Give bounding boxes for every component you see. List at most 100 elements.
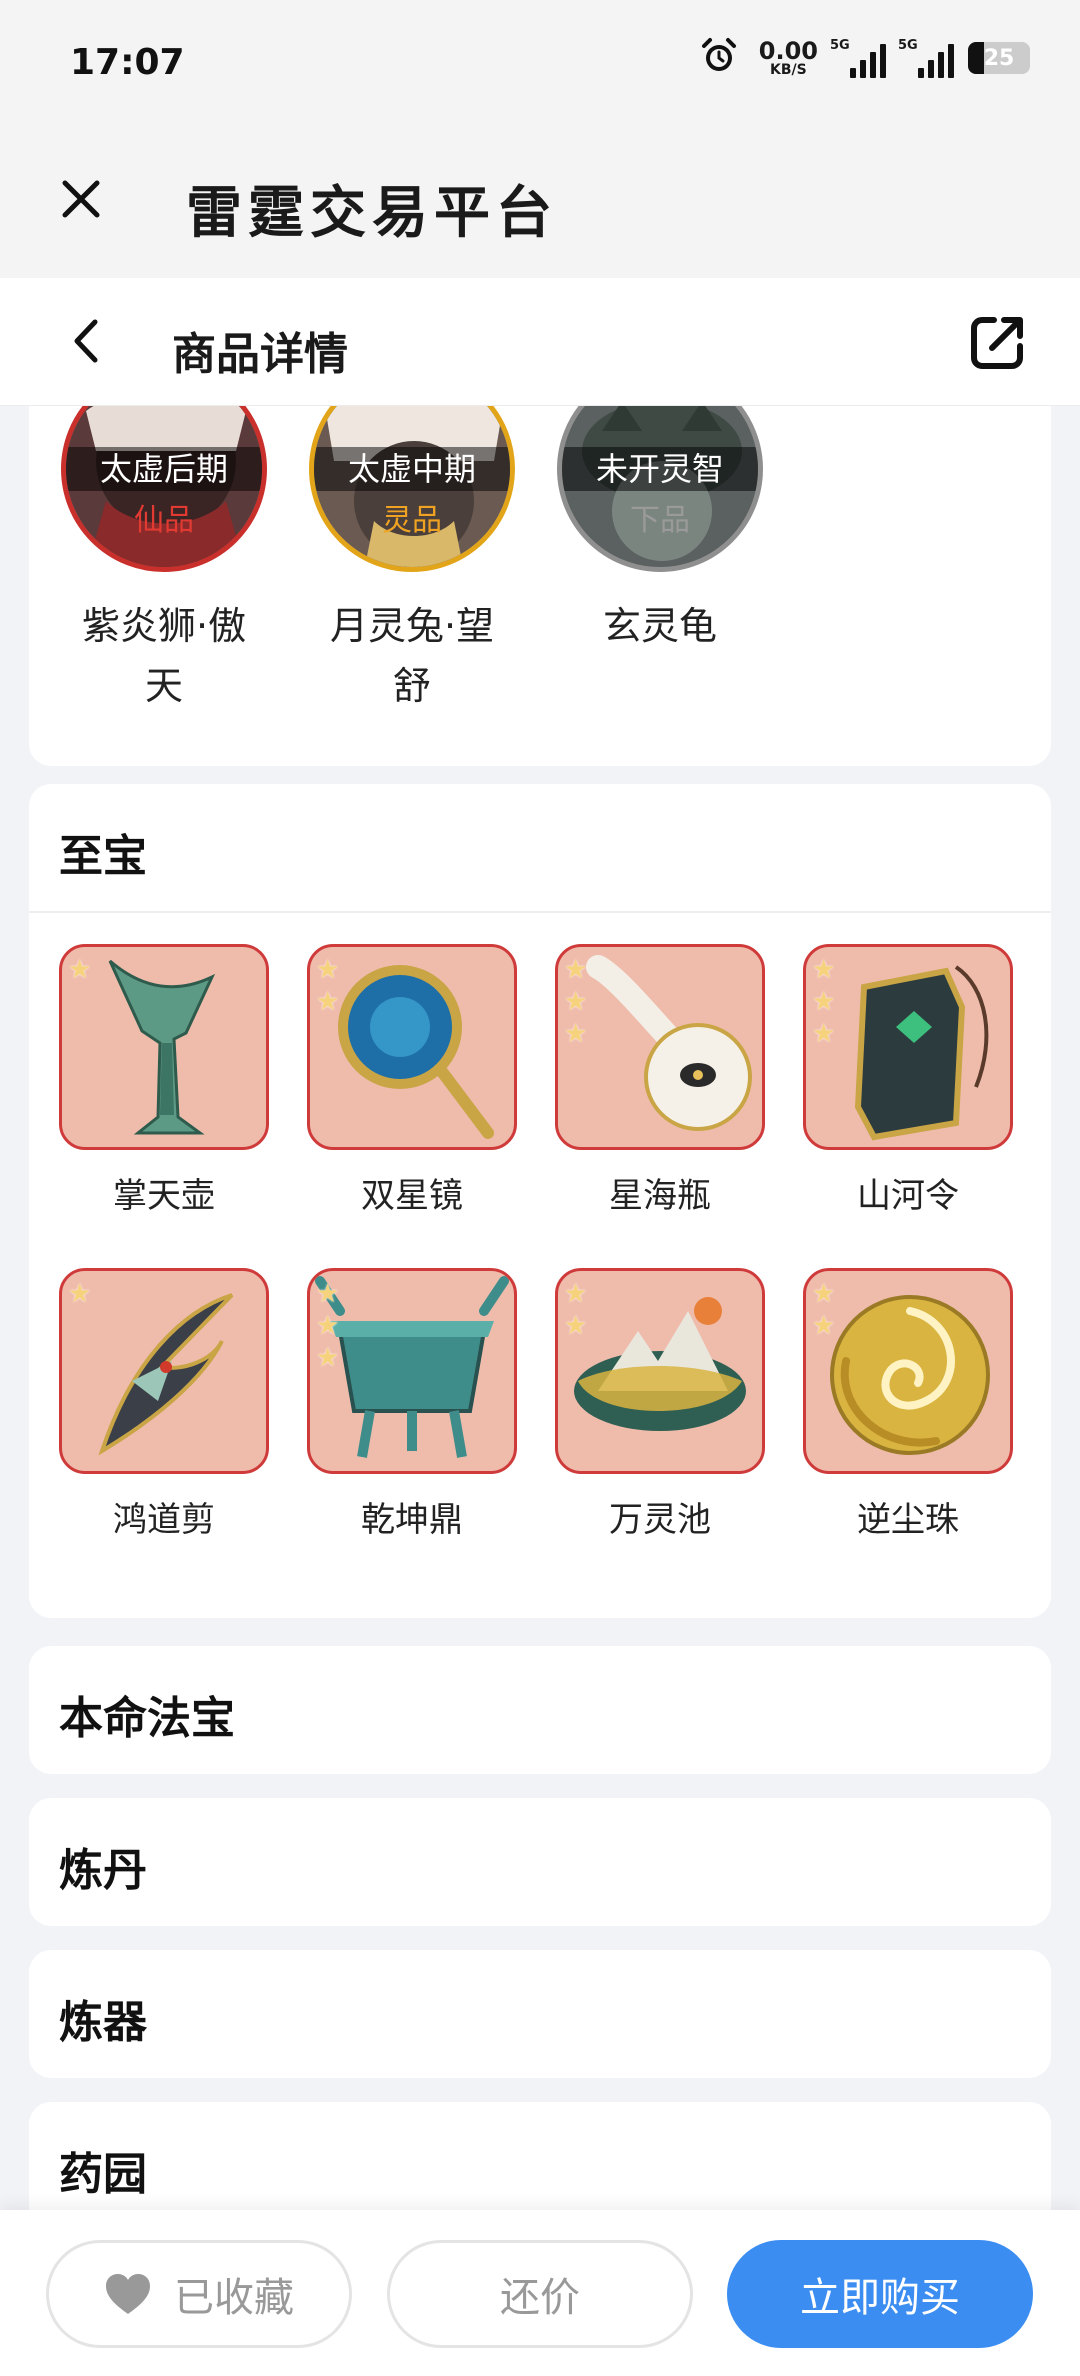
divider	[29, 911, 1051, 913]
pet-grade: 仙品	[134, 503, 194, 538]
status-icons: 0.00 KB/S 5G 5G 25	[699, 36, 1030, 80]
status-bar: 17:07 0.00 KB/S 5G 5G 25	[0, 0, 1080, 128]
bronze-blade-icon	[108, 959, 216, 1135]
favorite-label: 已收藏	[174, 2275, 294, 2321]
star-rating: ★	[68, 955, 92, 985]
bottom-action-bar: 已收藏 还价 立即购买	[0, 2210, 1080, 2376]
treasure-item[interactable]: ★ ★ ★ 山河令	[803, 944, 1013, 1217]
treasure-name: 星海瓶	[609, 1176, 711, 1216]
pet-avatar: 太虚后期 仙品	[61, 406, 267, 572]
counter-offer-label: 还价	[500, 2275, 580, 2321]
golden-orb-icon	[830, 1295, 990, 1455]
sub-header: 商品详情	[0, 278, 1080, 406]
app-title: 雷霆交易平台	[186, 181, 558, 246]
treasure-thumbnail: ★ ★	[307, 944, 517, 1150]
star-rating: ★ ★ ★	[812, 955, 836, 1049]
treasure-name: 万灵池	[609, 1500, 711, 1540]
treasure-thumbnail: ★	[59, 944, 269, 1150]
section-title: 至宝	[59, 831, 147, 882]
treasure-name: 山河令	[857, 1176, 959, 1216]
chevron-left-icon	[74, 319, 98, 363]
pet-grade: 下品	[630, 503, 690, 538]
close-icon	[62, 180, 100, 218]
pet-name: 玄灵龟	[602, 604, 717, 648]
treasure-thumbnail: ★ ★	[803, 1268, 1013, 1474]
buy-now-label: 立即购买	[800, 2275, 960, 2321]
hand-mirror-icon	[338, 965, 494, 1139]
curved-blade-icon	[98, 1293, 234, 1456]
favorite-button[interactable]: 已收藏	[46, 2240, 352, 2348]
treasure-name: 乾坤鼎	[361, 1500, 463, 1540]
pet-name: 紫炎狮·傲天	[81, 604, 247, 708]
section-title: 本命法宝	[59, 1693, 235, 1744]
treasure-thumbnail: ★ ★	[555, 1268, 765, 1474]
battery-icon: 25	[968, 42, 1030, 74]
star-rating: ★	[68, 1279, 92, 1309]
treasure-item[interactable]: ★ 掌天壶	[59, 944, 269, 1217]
section-card[interactable]: 药园	[29, 2102, 1051, 2210]
net-speed: 0.00 KB/S	[759, 39, 818, 77]
mountain-pool-icon	[574, 1297, 746, 1431]
content-scroll[interactable]: 太虚后期 仙品 紫炎狮·傲天 太虚中期 灵品 月灵兔·望舒 未开灵智 下品 玄灵…	[0, 406, 1080, 2210]
battery-level: 25	[983, 45, 1015, 71]
heart-icon	[106, 2274, 150, 2314]
section-title: 炼丹	[59, 1845, 147, 1896]
star-rating: ★ ★ ★	[316, 1279, 340, 1373]
pet-card[interactable]: 太虚中期 灵品 月灵兔·望舒	[307, 406, 517, 716]
section-card[interactable]: 炼丹	[29, 1798, 1051, 1926]
treasure-name: 鸿道剪	[113, 1500, 215, 1540]
treasure-thumbnail: ★ ★ ★	[803, 944, 1013, 1150]
treasure-item[interactable]: ★ 鸿道剪	[59, 1268, 269, 1541]
star-rating: ★ ★	[564, 1279, 588, 1341]
pet-stage: 未开灵智	[562, 447, 758, 491]
jade-token-icon	[854, 965, 989, 1141]
treasure-name: 逆尘珠	[857, 1500, 959, 1540]
treasure-item[interactable]: ★ ★ 逆尘珠	[803, 1268, 1013, 1541]
treasure-item[interactable]: ★ ★ 双星镜	[307, 944, 517, 1217]
treasure-item[interactable]: ★ ★ 万灵池	[555, 1268, 765, 1541]
treasure-item[interactable]: ★ ★ ★ 乾坤鼎	[307, 1268, 517, 1541]
buy-now-button[interactable]: 立即购买	[727, 2240, 1033, 2348]
porcelain-ladle-icon	[586, 955, 752, 1131]
pet-avatar: 未开灵智 下品	[557, 406, 763, 572]
treasure-thumbnail: ★ ★ ★	[307, 1268, 517, 1474]
star-rating: ★ ★ ★	[564, 955, 588, 1049]
close-button[interactable]	[50, 168, 112, 230]
status-time: 17:07	[70, 42, 185, 83]
treasure-item[interactable]: ★ ★ ★ 星海瓶	[555, 944, 765, 1217]
pet-name: 月灵兔·望舒	[329, 604, 495, 708]
pet-stage: 太虚中期	[314, 447, 510, 491]
treasure-name: 双星镜	[361, 1176, 463, 1216]
pet-avatar: 太虚中期 灵品	[309, 406, 515, 572]
section-title: 药园	[59, 2149, 147, 2200]
bronze-cauldron-icon	[315, 1276, 509, 1458]
signal-label: 5G	[898, 38, 918, 53]
treasure-name: 掌天壶	[113, 1176, 215, 1216]
signal-label: 5G	[830, 38, 850, 53]
page-title: 商品详情	[172, 329, 348, 380]
star-rating: ★ ★	[812, 1279, 836, 1341]
treasure-thumbnail: ★ ★ ★	[555, 944, 765, 1150]
screen: 17:07 0.00 KB/S 5G 5G 25 雷霆交易平台 商品详情 太虚后…	[0, 0, 1080, 2376]
net-speed-unit: KB/S	[770, 62, 807, 78]
alarm-icon	[699, 36, 739, 80]
star-rating: ★ ★	[316, 955, 340, 1017]
app-bar: 雷霆交易平台	[0, 128, 1080, 278]
signal-icon: 5G	[830, 38, 886, 78]
back-button[interactable]	[52, 306, 122, 376]
share-external-icon	[971, 317, 1023, 369]
share-button[interactable]	[966, 310, 1030, 374]
counter-offer-button[interactable]: 还价	[387, 2240, 693, 2348]
section-title: 炼器	[59, 1997, 147, 2048]
treasure-card: 至宝 ★ 掌天壶 ★ ★ 双星镜 ★ ★ ★ 星海瓶 ★ ★ ★ 山河令 ★ 鸿…	[29, 784, 1051, 1618]
net-speed-value: 0.00	[758, 37, 818, 65]
pet-grade: 灵品	[382, 503, 442, 538]
treasure-thumbnail: ★	[59, 1268, 269, 1474]
signal-icon: 5G	[898, 38, 954, 78]
pet-card[interactable]: 未开灵智 下品 玄灵龟	[555, 406, 765, 656]
section-card[interactable]: 炼器	[29, 1950, 1051, 2078]
pets-card: 太虚后期 仙品 紫炎狮·傲天 太虚中期 灵品 月灵兔·望舒 未开灵智 下品 玄灵…	[29, 406, 1051, 766]
section-card[interactable]: 本命法宝	[29, 1646, 1051, 1774]
pet-card[interactable]: 太虚后期 仙品 紫炎狮·傲天	[59, 406, 269, 716]
pet-stage: 太虚后期	[66, 447, 262, 491]
